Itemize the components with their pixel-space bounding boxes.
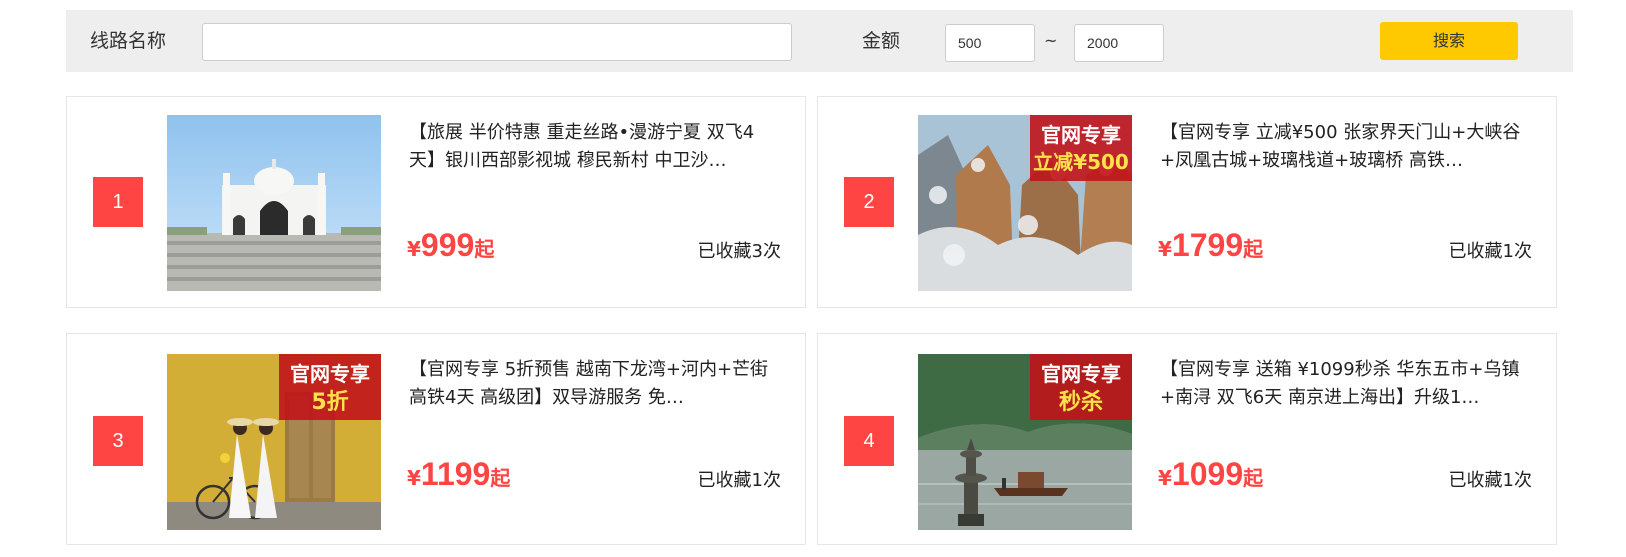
rank-badge: 1 — [93, 177, 143, 227]
route-thumbnail[interactable] — [167, 115, 381, 291]
price-currency: ¥ — [1158, 466, 1172, 490]
favorite-count: 已收藏1次 — [1448, 241, 1532, 262]
rank-badge: 4 — [844, 416, 894, 466]
price-currency: ¥ — [407, 466, 421, 490]
promo-badge-line1: 官网专享 — [1041, 123, 1121, 147]
price-value: 1799 — [1171, 227, 1244, 263]
promo-badge-line1: 官网专享 — [1041, 362, 1121, 386]
route-card[interactable]: 4 官网专享 秒杀 【官网专享 送箱 ¥1099秒杀 华东五市+乌镇+南浔 双飞… — [817, 333, 1557, 545]
favorite-count: 已收藏3次 — [697, 241, 781, 262]
route-thumbnail[interactable]: 官网专享 立减¥500 — [918, 115, 1132, 291]
promo-badge-line2: 5折 — [311, 390, 348, 415]
route-name-label: 线路名称 — [90, 30, 167, 52]
max-amount-input[interactable] — [1074, 24, 1164, 62]
route-title[interactable]: 【旅展 半价特惠 重走丝路•漫游宁夏 双飞4天】银川西部影视城 穆民新村 中卫沙… — [409, 119, 781, 175]
price-suffix: 起 — [1243, 237, 1264, 261]
route-card[interactable]: 2 官网专享 立减¥500 【官网专享 立减¥500 张家界天门山+大峡谷+凤凰… — [817, 96, 1557, 308]
snowy-cliffs-photo: 官网专享 立减¥500 — [918, 115, 1132, 291]
price-value: 1199 — [420, 456, 491, 492]
range-separator: ~ — [1044, 31, 1058, 50]
white-mosque-photo — [167, 115, 381, 291]
search-bar: 线路名称 金额 ~ 搜索 — [66, 10, 1573, 72]
rank-badge: 3 — [93, 416, 143, 466]
price-suffix: 起 — [474, 237, 495, 261]
price-currency: ¥ — [1158, 237, 1172, 261]
route-thumbnail[interactable]: 官网专享 5折 — [167, 354, 381, 530]
promo-badge-line2: 立减¥500 — [1033, 150, 1129, 174]
route-name-input[interactable] — [202, 23, 792, 61]
price-currency: ¥ — [407, 237, 421, 261]
route-price: ¥1099起 — [1158, 456, 1263, 493]
price-suffix: 起 — [1243, 466, 1264, 490]
route-title[interactable]: 【官网专享 立减¥500 张家界天门山+大峡谷+凤凰古城+玻璃栈道+玻璃桥 高铁… — [1160, 119, 1532, 175]
route-thumbnail[interactable]: 官网专享 秒杀 — [918, 354, 1132, 530]
price-suffix: 起 — [490, 466, 511, 490]
favorite-count: 已收藏1次 — [1448, 470, 1532, 491]
amount-label: 金额 — [862, 30, 901, 52]
min-amount-input[interactable] — [945, 24, 1035, 62]
route-title[interactable]: 【官网专享 5折预售 越南下龙湾+河内+芒街 高铁4天 高级团】双导游服务 免… — [409, 356, 781, 412]
favorite-count: 已收藏1次 — [697, 470, 781, 491]
route-card[interactable]: 3 官网专享 5折 【官网专享 5折预售 越南下龙湾+河内+芒街 高铁4天 高级… — [66, 333, 806, 545]
promo-badge-line1: 官网专享 — [290, 362, 370, 386]
route-price: ¥1799起 — [1158, 227, 1263, 264]
route-price: ¥1199起 — [407, 456, 510, 493]
price-value: 1099 — [1171, 456, 1244, 492]
price-value: 999 — [420, 227, 475, 263]
yellow-wall-ao-dai-photo: 官网专享 5折 — [167, 354, 381, 530]
promo-badge-line2: 秒杀 — [1059, 389, 1103, 415]
route-card[interactable]: 1 【旅展 半价特惠 重走丝路•漫游宁夏 双飞4天】银川西部影视城 穆民新村 中… — [66, 96, 806, 308]
rank-badge: 2 — [844, 177, 894, 227]
west-lake-pagoda-photo: 官网专享 秒杀 — [918, 354, 1132, 530]
route-price: ¥999起 — [407, 227, 494, 264]
search-button[interactable]: 搜索 — [1380, 22, 1518, 60]
route-title[interactable]: 【官网专享 送箱 ¥1099秒杀 华东五市+乌镇+南浔 双飞6天 南京进上海出】… — [1160, 356, 1532, 412]
